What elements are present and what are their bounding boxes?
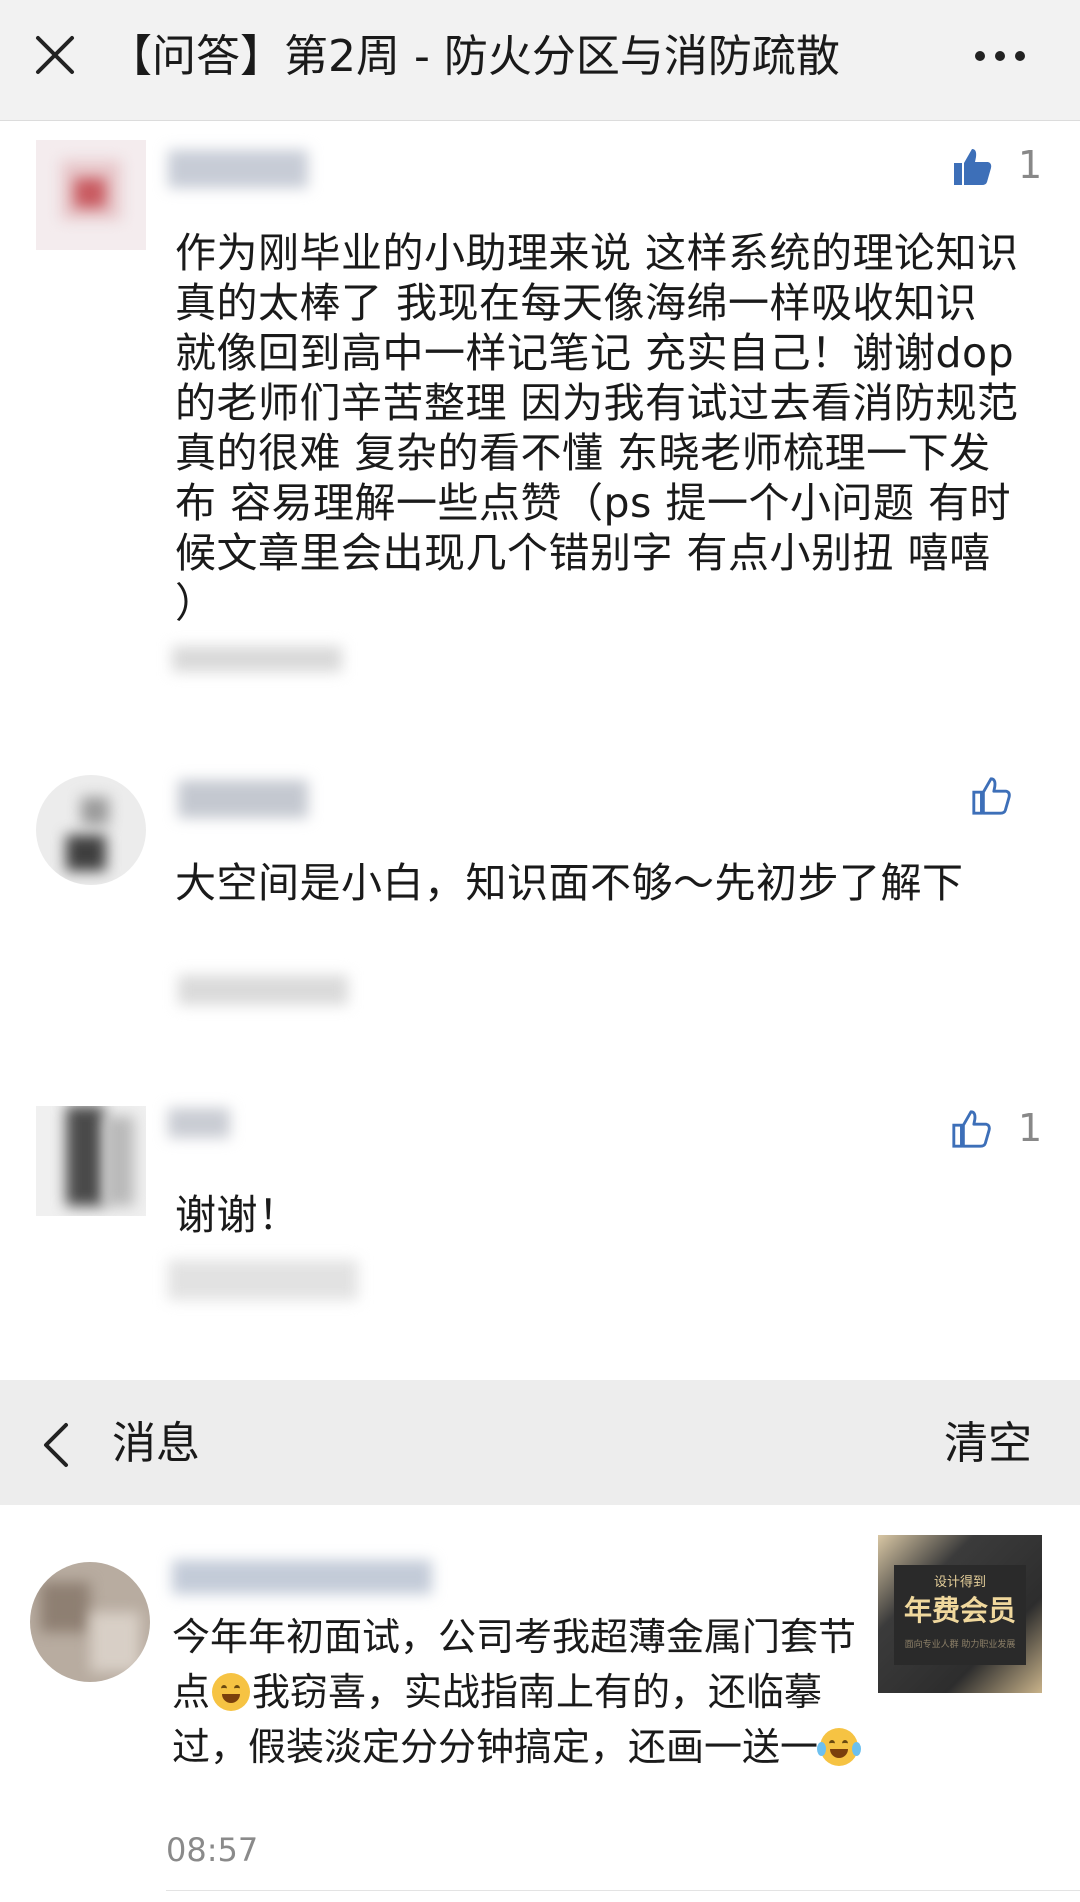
timestamp-blurred [168, 1260, 358, 1300]
thumbs-up-filled-icon[interactable] [950, 145, 994, 189]
divider [166, 1890, 1080, 1891]
messages-panel-header: 消息 清空 [0, 1380, 1080, 1505]
thumbnail-line2: 年费会员 [903, 1594, 1016, 1627]
tears-of-joy-emoji [817, 1728, 862, 1766]
clear-button[interactable]: 清空 [944, 1416, 1032, 1472]
comment-text: 大空间是小白，知识面不够～先初步了解下 [175, 859, 964, 907]
chevron-left-icon[interactable] [36, 1420, 76, 1470]
message-thumbnail[interactable]: 设计得到 年费会员 面向专业人群 助力职业发展 [878, 1535, 1042, 1693]
avatar[interactable] [36, 775, 146, 885]
close-icon[interactable] [30, 30, 80, 80]
username-blurred [168, 1108, 230, 1138]
thumbs-up-outline-icon[interactable] [970, 775, 1012, 817]
messages-title: 消息 [112, 1418, 200, 1469]
thumbnail-card: 设计得到 年费会员 面向专业人群 助力职业发展 [894, 1565, 1026, 1665]
more-dots-icon[interactable] [970, 30, 1030, 80]
like-count: 1 [1018, 143, 1043, 187]
timestamp-blurred [178, 975, 348, 1005]
comment-text: 作为刚毕业的小助理来说 这样系统的理论知识真的太棒了 我现在每天像海绵一样吸收知… [175, 229, 1019, 627]
thumbs-up-outline-icon[interactable] [950, 1108, 992, 1150]
thumbnail-line3: 面向专业人群 助力职业发展 [904, 1640, 1016, 1650]
message-text: 今年年初面试，公司考我超薄金属门套节点 我窃喜，实战指南上有的，还临摹过，假装淡定… [172, 1610, 872, 1775]
message-time: 08:57 [166, 1831, 259, 1869]
thumbnail-line1: 设计得到 [933, 1575, 986, 1590]
top-bar: 【问答】第2周 - 防火分区与消防疏散 [0, 0, 1080, 121]
timestamp-blurred [172, 646, 342, 672]
avatar[interactable] [30, 1562, 150, 1682]
comment-text: 谢谢！ [175, 1191, 300, 1239]
like-count: 1 [1018, 1106, 1043, 1150]
username-blurred [168, 150, 308, 188]
page-title: 【问答】第2周 - 防火分区与消防疏散 [108, 31, 840, 82]
avatar[interactable] [36, 140, 146, 250]
message-text-part2: 我窃喜，实战指南上有的，还临摹过，假装淡定分分钟搞定，还画一送一 [172, 1670, 823, 1769]
avatar[interactable] [36, 1106, 146, 1216]
username-blurred [178, 780, 308, 818]
grinning-emoji [212, 1673, 251, 1711]
sender-name-blurred [172, 1560, 432, 1594]
